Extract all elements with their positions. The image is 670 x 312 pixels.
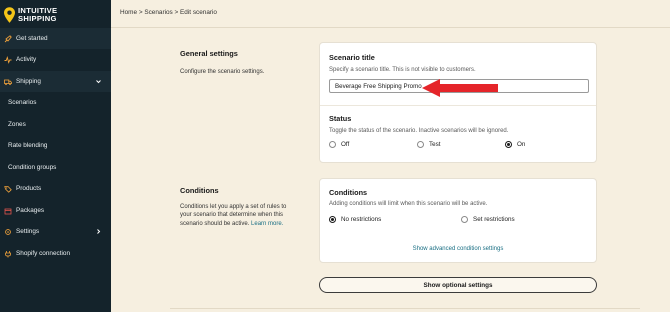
sidebar-item-label: Shipping: [16, 78, 41, 85]
rocket-icon: [4, 34, 12, 43]
sidebar-item-label: Condition groups: [8, 164, 57, 171]
radio-circle[interactable]: [329, 141, 336, 148]
advanced-conditions-link[interactable]: Show advanced condition settings: [320, 246, 596, 252]
sidebar-item-activity[interactable]: Activity: [0, 49, 111, 70]
scenario-title-label: Scenario title: [329, 53, 375, 62]
conditions-radio-set-restrictions[interactable]: Set restrictions: [461, 216, 515, 223]
gear-icon: [4, 228, 12, 236]
status-label: Status: [329, 114, 352, 123]
status-radio-on[interactable]: On: [505, 141, 525, 148]
conditions-card: Conditions Adding conditions will limit …: [319, 178, 597, 263]
learn-more-link[interactable]: Learn more.: [251, 221, 283, 227]
status-radio-test[interactable]: Test: [417, 141, 441, 148]
sidebar-item-packages[interactable]: Packages: [0, 200, 111, 221]
conditions-section-description: Conditions let you apply a set of rules …: [180, 204, 287, 227]
activity-icon: [4, 55, 12, 64]
sidebar-item-label: Activity: [16, 56, 37, 63]
sidebar-item-scenarios[interactable]: Scenarios: [0, 92, 111, 113]
sidebar-item-settings[interactable]: Settings: [0, 221, 111, 242]
header-divider: [111, 27, 670, 28]
tag-icon: [4, 185, 12, 193]
radio-circle[interactable]: [461, 216, 468, 223]
red-arrow-annotation: [422, 79, 498, 97]
sidebar-item-label: Scenarios: [8, 99, 37, 106]
sidebar-item-label: Settings: [16, 228, 40, 235]
card-divider: [320, 105, 596, 106]
radio-circle[interactable]: [417, 141, 424, 148]
radio-circle-selected[interactable]: [329, 216, 336, 223]
brand-name: INTUITIVE SHIPPING: [18, 6, 58, 23]
status-radio-off[interactable]: Off: [329, 141, 349, 148]
sidebar-item-rate-blending[interactable]: Rate blending: [0, 135, 111, 156]
sidebar-item-zones[interactable]: Zones: [0, 114, 111, 135]
map-pin-icon: [4, 7, 15, 23]
sidebar-item-products[interactable]: Products: [0, 178, 111, 199]
sidebar-item-shipping[interactable]: Shipping: [0, 71, 111, 92]
sidebar-item-label: Products: [16, 185, 42, 192]
plug-icon: [4, 250, 12, 258]
sidebar-item-condition-groups[interactable]: Condition groups: [0, 157, 111, 178]
sidebar-item-label: Rate blending: [8, 142, 48, 149]
chevron-right-icon: [97, 229, 101, 234]
sidebar: INTUITIVE SHIPPING Get started Activity …: [0, 0, 111, 312]
show-optional-settings-button[interactable]: Show optional settings: [319, 277, 597, 293]
chevron-down-icon: [96, 80, 101, 84]
footer-divider: [170, 308, 640, 309]
sidebar-item-get-started[interactable]: Get started: [0, 28, 111, 49]
package-icon: [4, 207, 12, 215]
conditions-radio-no-restrictions[interactable]: No restrictions: [329, 216, 381, 223]
status-help: Toggle the status of the scenario. Inact…: [329, 128, 509, 134]
radio-circle-selected[interactable]: [505, 141, 512, 148]
conditions-section-title: Conditions: [180, 186, 219, 195]
truck-icon: [4, 78, 12, 86]
conditions-card-label: Conditions: [329, 188, 368, 197]
sidebar-item-label: Shopify connection: [16, 250, 71, 257]
sidebar-item-label: Packages: [16, 207, 45, 214]
sidebar-item-label: Get started: [16, 35, 48, 42]
brand-logo[interactable]: INTUITIVE SHIPPING: [0, 0, 111, 30]
general-settings-card: Scenario title Specify a scenario title.…: [319, 42, 597, 163]
sidebar-item-label: Zones: [8, 121, 26, 128]
breadcrumb[interactable]: Home > Scenarios > Edit scenario: [120, 9, 217, 16]
scenario-title-help: Specify a scenario title. This is not vi…: [329, 67, 476, 73]
sidebar-item-shopify-connection[interactable]: Shopify connection: [0, 243, 111, 264]
conditions-card-help: Adding conditions will limit when this s…: [329, 201, 488, 207]
general-settings-description: Configure the scenario settings.: [180, 69, 265, 75]
general-settings-title: General settings: [180, 49, 238, 58]
